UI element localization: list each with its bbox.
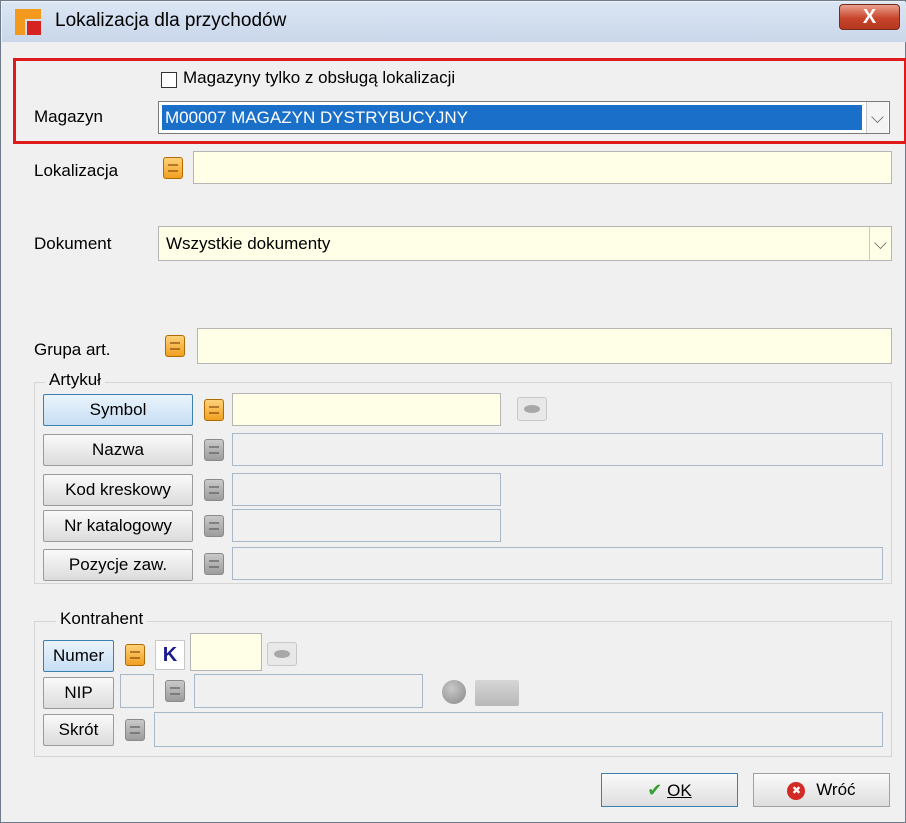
nip-input[interactable] [194, 674, 423, 708]
globe-icon[interactable] [439, 680, 469, 704]
dokument-select[interactable]: Wszystkie dokumenty ⌵ [158, 226, 892, 261]
k-button[interactable]: K [155, 640, 185, 670]
nr-katalogowy-input[interactable] [232, 509, 501, 542]
preview-icon[interactable] [517, 397, 547, 421]
symbol-input[interactable] [232, 393, 501, 426]
close-button[interactable]: X [839, 4, 900, 30]
lokalizacja-label: Lokalizacja [34, 161, 119, 180]
numer-input[interactable] [190, 633, 262, 671]
nazwa-input[interactable] [232, 433, 883, 466]
app-icon [15, 9, 41, 35]
lokalizacja-picker-icon[interactable] [163, 157, 183, 179]
preview-icon[interactable] [267, 642, 297, 666]
artykul-group-title: Artykuł [45, 370, 105, 390]
pozycje-zaw-search-button[interactable]: Pozycje zaw. [43, 549, 193, 581]
kod-kreskowy-picker-icon [204, 479, 224, 501]
nr-katalogowy-search-button[interactable]: Nr katalogowy [43, 510, 193, 542]
dialog-window: Lokalizacja dla przychodów X Magazyny ty… [0, 0, 906, 823]
close-icon: X [862, 6, 877, 28]
pozycje-zaw-input[interactable] [232, 547, 883, 580]
kod-kreskowy-search-button[interactable]: Kod kreskowy [43, 474, 193, 506]
numer-search-button[interactable]: Numer [43, 640, 114, 672]
symbol-picker-icon[interactable] [204, 399, 224, 421]
nip-search-button[interactable]: NIP [43, 677, 114, 709]
skrot-picker-icon [125, 719, 145, 741]
map-icon[interactable] [475, 680, 519, 706]
nazwa-search-button[interactable]: Nazwa [43, 434, 193, 466]
grupa-picker-icon[interactable] [165, 335, 185, 357]
back-button-label: Wróć [816, 780, 856, 799]
cancel-icon: ✖ [787, 781, 806, 800]
chevron-down-icon[interactable]: ⌵ [869, 227, 891, 260]
skrot-search-button[interactable]: Skrót [43, 714, 114, 746]
back-button[interactable]: ✖ Wróć [753, 773, 890, 807]
nip-picker-icon [165, 680, 185, 702]
pozycje-zaw-picker-icon [204, 553, 224, 575]
kontrahent-group-title: Kontrahent [56, 609, 148, 629]
symbol-search-button[interactable]: Symbol [43, 394, 193, 426]
dokument-label: Dokument [34, 234, 112, 253]
highlight-frame [13, 58, 906, 144]
kod-kreskowy-input[interactable] [232, 473, 501, 506]
grupa-input[interactable] [197, 328, 892, 364]
checkmark-icon: ✔ [647, 780, 663, 800]
ok-button[interactable]: ✔ OK [601, 773, 738, 807]
grupa-label: Grupa art. [34, 340, 111, 359]
ok-button-label: OK [667, 781, 692, 800]
nazwa-picker-icon [204, 439, 224, 461]
numer-picker-icon[interactable] [125, 644, 145, 666]
dokument-selected-value: Wszystkie dokumenty [166, 234, 331, 253]
nr-katalogowy-picker-icon [204, 515, 224, 537]
skrot-input[interactable] [154, 712, 883, 747]
window-title: Lokalizacja dla przychodów [55, 10, 287, 31]
lokalizacja-input[interactable] [193, 151, 892, 184]
nip-prefix-field[interactable] [120, 674, 154, 708]
